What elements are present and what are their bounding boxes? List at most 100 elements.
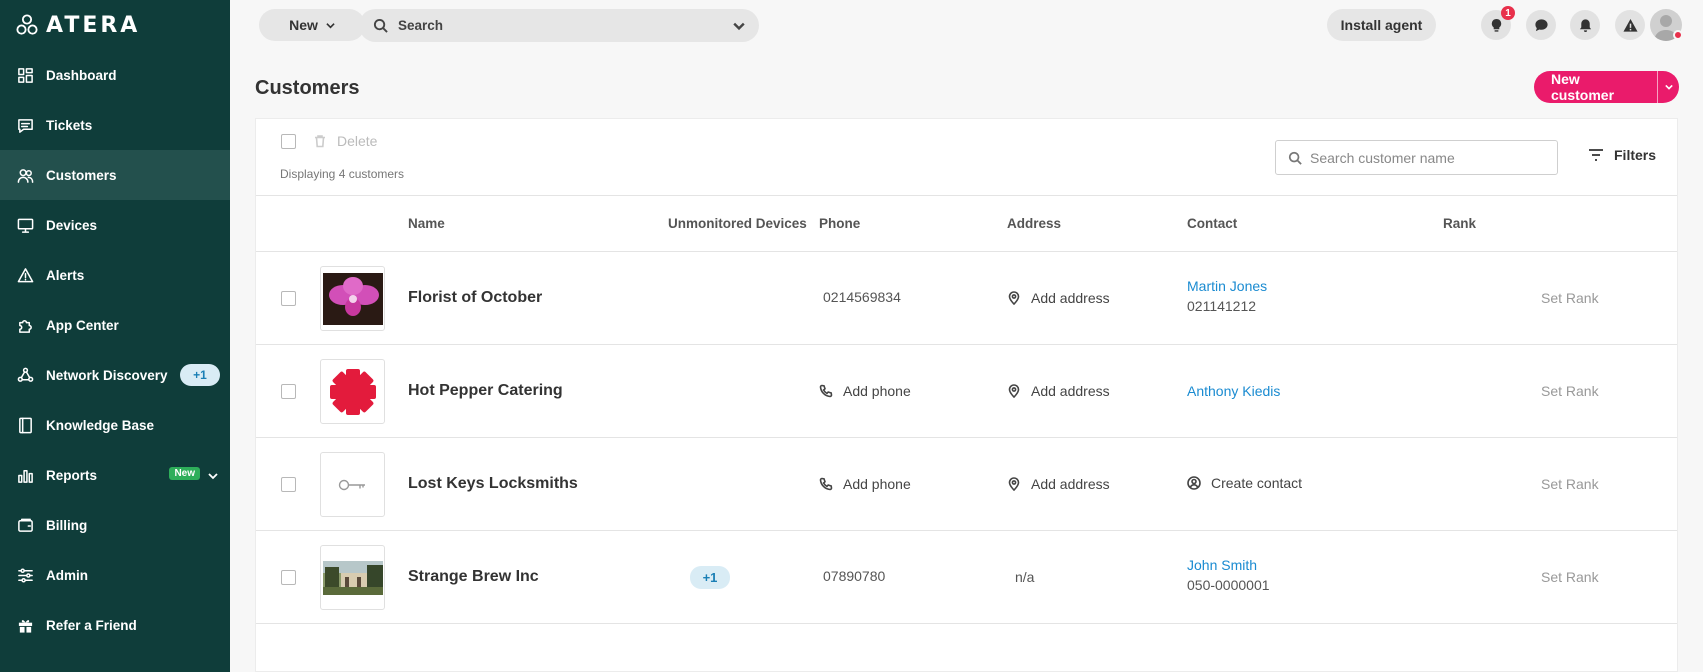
contact-phone: 050-0000001 (1187, 577, 1270, 593)
add-address-link[interactable]: Add address (1007, 383, 1110, 399)
phone-cell: 07890780 (823, 568, 885, 584)
address-cell: n/a (1015, 569, 1034, 585)
set-rank-link[interactable]: Set Rank (1541, 383, 1599, 399)
table-row[interactable]: Lost Keys Locksmiths Add phone Add addre… (256, 438, 1677, 531)
phone-icon (819, 384, 833, 398)
dashboard-icon (16, 66, 34, 84)
unmonitored-devices-badge[interactable]: +1 (690, 566, 730, 589)
sidebar-item-tickets[interactable]: Tickets (0, 100, 230, 150)
logo[interactable]: ATERA (0, 0, 230, 50)
set-rank-link[interactable]: Set Rank (1541, 476, 1599, 492)
new-customer-button-group: New customer (1534, 71, 1679, 103)
admin-icon (16, 566, 34, 584)
top-bar: New Search Install agent 1 (230, 0, 1703, 50)
column-header-address[interactable]: Address (1007, 216, 1061, 231)
sidebar-item-devices[interactable]: Devices (0, 200, 230, 250)
phone-value: Add phone (843, 476, 911, 492)
row-checkbox[interactable] (281, 570, 296, 585)
table-row[interactable]: Florist of October 0214569834 Add addres… (256, 252, 1677, 345)
address-value: Add address (1031, 383, 1110, 399)
set-rank-link[interactable]: Set Rank (1541, 290, 1599, 306)
column-header-contact[interactable]: Contact (1187, 216, 1237, 231)
table-row[interactable]: Strange Brew Inc +1 07890780 n/a John Sm… (256, 531, 1677, 624)
sidebar-item-dashboard[interactable]: Dashboard (0, 50, 230, 100)
devices-icon (16, 216, 34, 234)
row-checkbox[interactable] (281, 384, 296, 399)
chevron-down-icon (326, 22, 335, 28)
install-agent-button[interactable]: Install agent (1327, 9, 1436, 41)
contact-value: Create contact (1211, 475, 1303, 491)
sidebar-item-customers[interactable]: Customers (0, 150, 230, 200)
tips-badge: 1 (1501, 6, 1515, 20)
customer-logo (320, 359, 385, 424)
sidebar-item-app-center[interactable]: App Center (0, 300, 230, 350)
contact-name-link[interactable]: Anthony Kiedis (1187, 383, 1280, 399)
add-address-link[interactable]: Add address (1007, 290, 1110, 306)
customer-name[interactable]: Florist of October (408, 289, 542, 307)
sidebar-item-label: Reports (46, 467, 98, 483)
brewery-photo-image (322, 560, 383, 595)
network-icon (16, 366, 34, 384)
contact-name-link[interactable]: Martin Jones (1187, 278, 1267, 294)
new-customer-dropdown-button[interactable] (1657, 71, 1679, 103)
sidebar-item-knowledge-base[interactable]: Knowledge Base (0, 400, 230, 450)
customer-name[interactable]: Hot Pepper Catering (408, 382, 563, 400)
column-header-rank[interactable]: Rank (1443, 216, 1476, 231)
add-address-link[interactable]: Add address (1007, 476, 1110, 492)
customer-name[interactable]: Strange Brew Inc (408, 568, 539, 586)
create-contact-link[interactable]: Create contact (1187, 475, 1302, 491)
address-value: n/a (1015, 569, 1035, 585)
alerts-button[interactable] (1615, 10, 1645, 40)
sidebar-item-alerts[interactable]: Alerts (0, 250, 230, 300)
select-all-checkbox[interactable] (281, 134, 296, 149)
app-center-icon (16, 316, 34, 334)
table-row[interactable]: Hot Pepper Catering Add phone Add addres… (256, 345, 1677, 438)
chevron-down-icon[interactable] (733, 20, 745, 32)
column-header-phone[interactable]: Phone (819, 216, 860, 231)
sidebar-item-label: Devices (46, 217, 98, 233)
row-checkbox[interactable] (281, 477, 296, 492)
contact-name-link[interactable]: John Smith (1187, 557, 1257, 573)
sidebar-item-network-discovery[interactable]: Network Discovery +1 (0, 350, 230, 400)
sidebar-item-label: App Center (46, 317, 119, 333)
new-customer-button[interactable]: New customer (1534, 71, 1657, 103)
atera-logo-icon (16, 14, 38, 35)
sidebar-nav: Dashboard Tickets Customers Devices Aler… (0, 50, 230, 650)
delete-button[interactable]: Delete (313, 133, 377, 149)
tips-button[interactable]: 1 (1481, 6, 1515, 40)
column-header-name[interactable]: Name (408, 216, 445, 231)
billing-icon (16, 516, 34, 534)
tickets-icon (16, 116, 34, 134)
trash-icon (315, 135, 325, 148)
global-search[interactable]: Search (359, 9, 759, 42)
customer-name[interactable]: Lost Keys Locksmiths (408, 475, 578, 493)
location-pin-icon (1008, 477, 1020, 491)
new-button[interactable]: New (259, 9, 365, 41)
phone-icon (819, 477, 833, 491)
sidebar-item-label: Tickets (46, 117, 93, 133)
add-phone-link[interactable]: Add phone (819, 476, 911, 492)
sidebar-item-reports[interactable]: Reports New (0, 450, 230, 500)
filter-icon (1589, 149, 1603, 161)
sidebar-item-refer-a-friend[interactable]: Refer a Friend (0, 600, 230, 650)
warning-icon (1622, 18, 1638, 32)
orchid-image (322, 272, 383, 325)
phone-value: 07890780 (823, 568, 886, 584)
contact-cell: John Smith 050-0000001 (1187, 557, 1270, 593)
phone-value: Add phone (843, 383, 911, 399)
add-phone-link[interactable]: Add phone (819, 383, 911, 399)
address-value: Add address (1031, 290, 1110, 306)
chevron-down-icon[interactable] (208, 469, 218, 480)
notifications-button[interactable] (1570, 10, 1600, 40)
address-value: Add address (1031, 476, 1110, 492)
row-checkbox[interactable] (281, 291, 296, 306)
filters-button[interactable]: Filters (1588, 147, 1656, 163)
sidebar-item-admin[interactable]: Admin (0, 550, 230, 600)
sidebar: ATERA Dashboard Tickets Customers Device… (0, 0, 230, 672)
set-rank-link[interactable]: Set Rank (1541, 569, 1599, 585)
column-header-unmonitored-devices[interactable]: Unmonitored Devices (668, 216, 807, 231)
location-pin-icon (1008, 291, 1020, 305)
sidebar-item-billing[interactable]: Billing (0, 500, 230, 550)
customer-search-input[interactable] (1310, 149, 1550, 166)
chat-button[interactable] (1526, 10, 1556, 40)
